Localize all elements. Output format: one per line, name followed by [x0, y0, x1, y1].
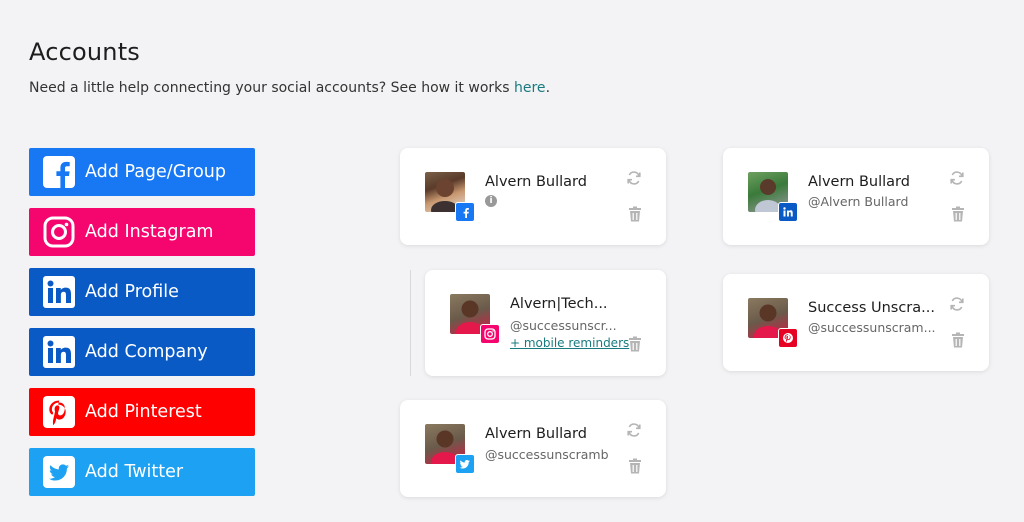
add-pinterest-button[interactable]: Add Pinterest [29, 388, 255, 436]
pinterest-icon [778, 328, 798, 348]
refresh-icon[interactable] [949, 296, 965, 312]
add-instagram-label: Add Instagram [85, 222, 214, 242]
add-linkedin-profile-button[interactable]: Add Profile [29, 268, 255, 316]
subtitle-end: . [545, 80, 551, 96]
trash-icon[interactable] [951, 206, 965, 222]
page-subtitle: Need a little help connecting your socia… [29, 80, 550, 96]
add-facebook-button[interactable]: Add Page/Group [29, 148, 255, 196]
trash-icon[interactable] [628, 206, 642, 222]
account-card-linkedin: Alvern Bullard @Alvern Bullard [723, 148, 989, 245]
account-name: Alvern Bullard [485, 174, 587, 190]
refresh-icon[interactable] [626, 422, 642, 438]
group-divider [410, 270, 411, 376]
info-icon[interactable]: i [485, 195, 497, 207]
facebook-icon [455, 202, 475, 222]
account-card-facebook: Alvern Bullard i [400, 148, 666, 245]
instagram-icon [480, 324, 500, 344]
help-link[interactable]: here [514, 80, 546, 96]
subtitle-text: Need a little help connecting your socia… [29, 80, 514, 96]
refresh-icon[interactable] [949, 170, 965, 186]
add-profile-label: Add Profile [85, 282, 179, 302]
linkedin-icon [43, 276, 75, 308]
facebook-icon [43, 156, 75, 188]
add-pinterest-label: Add Pinterest [85, 402, 202, 422]
twitter-icon [43, 456, 75, 488]
page-title: Accounts [29, 38, 141, 66]
add-twitter-button[interactable]: Add Twitter [29, 448, 255, 496]
account-name: Alvern Bullard [808, 174, 910, 190]
account-name: Alvern Bullard [485, 426, 587, 442]
trash-icon[interactable] [628, 458, 642, 474]
linkedin-icon [778, 202, 798, 222]
account-name: Alvern|Tech... [510, 296, 608, 312]
add-facebook-label: Add Page/Group [85, 162, 226, 182]
twitter-icon [455, 454, 475, 474]
account-handle: @successunscram... [808, 320, 936, 335]
refresh-icon[interactable] [626, 170, 642, 186]
account-card-pinterest: Success Unscra... @successunscram... [723, 274, 989, 371]
account-handle: @successunscramb [485, 447, 609, 462]
trash-icon[interactable] [951, 332, 965, 348]
add-company-label: Add Company [85, 342, 208, 362]
pinterest-icon [43, 396, 75, 428]
account-handle: @Alvern Bullard [808, 194, 909, 209]
account-handle: @successunscr... [510, 318, 617, 333]
mobile-reminders-link[interactable]: + mobile reminders [510, 336, 629, 350]
linkedin-icon [43, 336, 75, 368]
account-name: Success Unscra... [808, 300, 935, 316]
trash-icon[interactable] [628, 336, 642, 352]
account-card-twitter: Alvern Bullard @successunscramb [400, 400, 666, 497]
add-linkedin-company-button[interactable]: Add Company [29, 328, 255, 376]
add-instagram-button[interactable]: Add Instagram [29, 208, 255, 256]
instagram-icon [43, 216, 75, 248]
account-card-instagram: Alvern|Tech... @successunscr... + mobile… [425, 270, 666, 376]
add-twitter-label: Add Twitter [85, 462, 184, 482]
